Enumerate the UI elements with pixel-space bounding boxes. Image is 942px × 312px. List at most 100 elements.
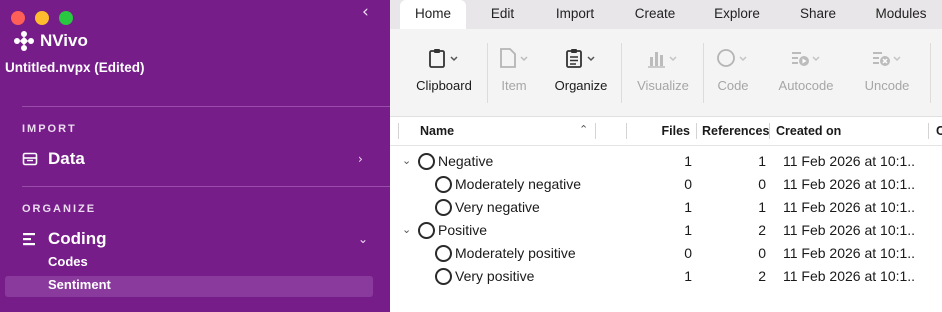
row-references: 2 bbox=[758, 222, 766, 238]
row-references: 2 bbox=[758, 268, 766, 284]
sidebar-item-codes[interactable]: Codes bbox=[48, 254, 88, 269]
column-header-created-on[interactable]: Created on bbox=[776, 124, 841, 138]
column-header-name[interactable]: Name bbox=[420, 124, 454, 138]
row-references: 0 bbox=[758, 245, 766, 261]
row-files: 0 bbox=[684, 176, 692, 192]
divider bbox=[22, 186, 393, 187]
column-header-references[interactable]: References bbox=[702, 124, 769, 138]
item-button[interactable]: Item bbox=[494, 47, 534, 93]
collapse-sidebar-chevron-icon[interactable]: ‹ bbox=[362, 2, 369, 22]
ribbon-toolbar: Clipboard Item Organize Visualize Code A… bbox=[390, 29, 942, 117]
sidebar-item-coding-label: Coding bbox=[48, 229, 107, 248]
brand: NVivo bbox=[13, 30, 88, 52]
code-node-icon bbox=[418, 222, 435, 239]
item-label: Item bbox=[501, 78, 527, 93]
clipboard-icon bbox=[429, 49, 458, 68]
sidebar: ‹ NVivo Untitled.nvpx (Edited) IMPORT Da… bbox=[0, 0, 393, 312]
toolbar-separator bbox=[487, 43, 488, 103]
column-separator bbox=[398, 123, 399, 139]
uncode-label: Uncode bbox=[864, 78, 910, 93]
column-separator bbox=[769, 123, 770, 139]
table-row[interactable]: Moderately positive 0 0 11 Feb 2026 at 1… bbox=[390, 242, 942, 265]
sidebar-item-data-label: Data bbox=[48, 149, 85, 168]
clipboard-button[interactable]: Clipboard bbox=[414, 47, 474, 93]
close-window-button[interactable] bbox=[11, 11, 25, 25]
table-row[interactable]: Very negative 1 1 11 Feb 2026 at 10:1... bbox=[390, 196, 942, 219]
row-created-on: 11 Feb 2026 at 10:1... bbox=[783, 153, 915, 169]
tab-home[interactable]: Home bbox=[400, 0, 466, 29]
table-row[interactable]: ⌄ Negative 1 1 11 Feb 2026 at 10:1... bbox=[390, 150, 942, 173]
row-created-on: 11 Feb 2026 at 10:1... bbox=[783, 268, 915, 284]
uncode-button[interactable]: Uncode bbox=[860, 47, 914, 93]
tab-explore[interactable]: Explore bbox=[708, 0, 766, 29]
divider bbox=[22, 106, 393, 107]
app-name: NVivo bbox=[40, 31, 88, 50]
codes-table: Name ⌃ Files References Created on C ⌄ N… bbox=[390, 117, 942, 312]
row-references: 1 bbox=[758, 153, 766, 169]
row-name: Moderately positive bbox=[455, 245, 576, 261]
tab-edit[interactable]: Edit bbox=[480, 0, 525, 29]
minimize-window-button[interactable] bbox=[35, 11, 49, 25]
code-node-icon bbox=[435, 268, 452, 285]
toolbar-separator bbox=[621, 43, 622, 103]
row-name: Very negative bbox=[455, 199, 540, 215]
row-files: 0 bbox=[684, 245, 692, 261]
code-node-icon bbox=[435, 245, 452, 262]
row-created-on: 11 Feb 2026 at 10:1... bbox=[783, 199, 915, 215]
section-label-import: IMPORT bbox=[22, 123, 77, 135]
sort-ascending-icon[interactable]: ⌃ bbox=[579, 123, 588, 136]
tab-share[interactable]: Share bbox=[794, 0, 842, 29]
sidebar-item-coding[interactable]: Coding bbox=[22, 229, 107, 249]
column-header-truncated[interactable]: C bbox=[936, 124, 942, 138]
table-row[interactable]: Very positive 1 2 11 Feb 2026 at 10:1... bbox=[390, 265, 942, 288]
row-references: 1 bbox=[758, 199, 766, 215]
column-header-files[interactable]: Files bbox=[660, 124, 691, 138]
column-separator bbox=[595, 123, 596, 139]
autocode-icon bbox=[792, 52, 820, 66]
chart-icon bbox=[648, 52, 677, 68]
zoom-window-button[interactable] bbox=[59, 11, 73, 25]
table-header: Name ⌃ Files References Created on C bbox=[390, 117, 942, 146]
code-node-icon bbox=[435, 176, 452, 193]
uncode-icon bbox=[873, 52, 901, 66]
row-created-on: 11 Feb 2026 at 10:1... bbox=[783, 245, 915, 261]
section-label-organize: ORGANIZE bbox=[22, 203, 97, 215]
organize-button[interactable]: Organize bbox=[552, 47, 610, 93]
row-name: Moderately negative bbox=[455, 176, 582, 192]
sidebar-item-sentiment[interactable]: Sentiment bbox=[48, 277, 111, 292]
autocode-button[interactable]: Autocode bbox=[776, 47, 836, 93]
visualize-button[interactable]: Visualize bbox=[633, 47, 693, 93]
code-label: Code bbox=[717, 78, 749, 93]
organize-label: Organize bbox=[554, 78, 608, 93]
circle-icon bbox=[717, 49, 747, 67]
row-name: Negative bbox=[438, 153, 494, 169]
row-files: 1 bbox=[684, 199, 692, 215]
row-files: 1 bbox=[684, 153, 692, 169]
nvivo-logo-icon bbox=[14, 31, 34, 51]
tab-import[interactable]: Import bbox=[547, 0, 603, 29]
row-files: 1 bbox=[684, 268, 692, 284]
chevron-right-icon[interactable]: › bbox=[358, 152, 363, 166]
column-separator bbox=[928, 123, 929, 139]
visualize-label: Visualize bbox=[637, 78, 689, 93]
toolbar-separator bbox=[703, 43, 704, 103]
table-row[interactable]: ⌄ Positive 1 2 11 Feb 2026 at 10:1... bbox=[390, 219, 942, 242]
row-created-on: 11 Feb 2026 at 10:1... bbox=[783, 222, 915, 238]
column-separator bbox=[696, 123, 697, 139]
project-filename: Untitled.nvpx (Edited) bbox=[5, 60, 145, 75]
code-node-icon bbox=[418, 153, 435, 170]
chevron-down-icon[interactable]: ⌄ bbox=[402, 223, 411, 236]
clipboard-label: Clipboard bbox=[416, 78, 472, 93]
code-node-icon bbox=[435, 199, 452, 216]
table-row[interactable]: Moderately negative 0 0 11 Feb 2026 at 1… bbox=[390, 173, 942, 196]
sidebar-item-data[interactable]: Data bbox=[22, 149, 85, 169]
row-created-on: 11 Feb 2026 at 10:1... bbox=[783, 176, 915, 192]
chevron-down-icon[interactable]: ⌄ bbox=[402, 154, 411, 167]
tab-modules[interactable]: Modules bbox=[870, 0, 932, 29]
coding-lines-icon bbox=[23, 233, 35, 246]
code-button[interactable]: Code bbox=[712, 47, 754, 93]
tab-create[interactable]: Create bbox=[626, 0, 684, 29]
organize-icon bbox=[566, 49, 595, 68]
row-references: 0 bbox=[758, 176, 766, 192]
chevron-down-icon[interactable]: ⌄ bbox=[358, 232, 368, 246]
